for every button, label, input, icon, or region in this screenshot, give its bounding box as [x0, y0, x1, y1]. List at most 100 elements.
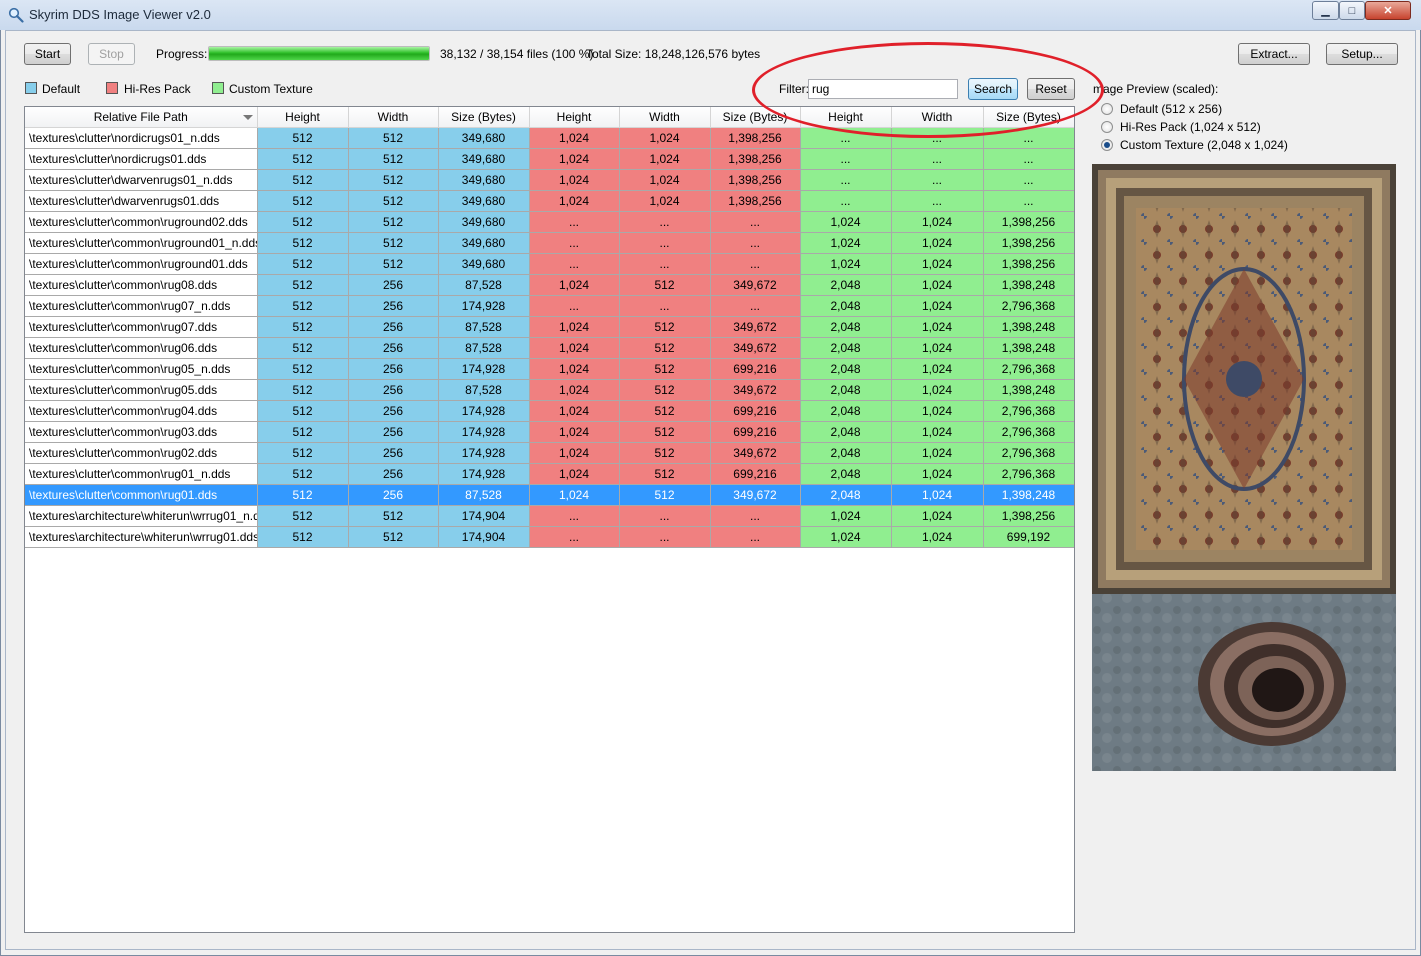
table-cell[interactable]: 1,024 — [891, 379, 984, 401]
table-cell[interactable]: 512 — [257, 505, 349, 527]
column-header[interactable]: Size (Bytes) — [438, 107, 530, 128]
table-cell[interactable]: 699,216 — [710, 463, 801, 485]
table-cell[interactable]: 174,928 — [438, 358, 530, 380]
column-header[interactable]: Height — [529, 107, 620, 128]
table-cell[interactable]: 1,398,248 — [983, 274, 1074, 296]
table-cell[interactable]: ... — [710, 232, 801, 254]
table-cell[interactable]: 349,672 — [710, 484, 801, 506]
table-cell[interactable]: 512 — [348, 211, 439, 233]
table-cell[interactable]: 512 — [619, 379, 711, 401]
table-cell[interactable]: 2,796,368 — [983, 295, 1074, 317]
file-path-cell[interactable]: \textures\clutter\common\ruground01.dds — [25, 253, 258, 275]
radio-label-default[interactable]: Default (512 x 256) — [1120, 102, 1222, 116]
table-cell[interactable]: 699,216 — [710, 400, 801, 422]
table-cell[interactable]: 256 — [348, 295, 439, 317]
stop-button[interactable]: Stop — [88, 43, 135, 65]
file-path-cell[interactable]: \textures\clutter\nordicrugs01.dds — [25, 148, 258, 170]
table-row[interactable]: \textures\clutter\common\rug03.dds 512 256… — [25, 421, 1074, 443]
table-cell[interactable]: 1,024 — [891, 421, 984, 443]
table-cell[interactable]: 87,528 — [438, 274, 530, 296]
table-row[interactable]: \textures\clutter\dwarvenrugs01_n.dds 512… — [25, 169, 1074, 191]
table-cell[interactable]: 1,024 — [619, 127, 711, 149]
table-cell[interactable]: 1,024 — [529, 421, 620, 443]
table-cell[interactable]: 256 — [348, 484, 439, 506]
maximize-button[interactable]: □ — [1339, 1, 1365, 20]
table-cell[interactable]: 512 — [257, 148, 349, 170]
table-cell[interactable]: 2,796,368 — [983, 400, 1074, 422]
table-cell[interactable]: 256 — [348, 379, 439, 401]
table-cell[interactable]: ... — [891, 169, 984, 191]
table-cell[interactable]: ... — [710, 253, 801, 275]
table-cell[interactable]: 512 — [619, 484, 711, 506]
table-cell[interactable]: ... — [891, 127, 984, 149]
table-cell[interactable]: 1,398,256 — [983, 253, 1074, 275]
radio-hires[interactable] — [1101, 121, 1113, 133]
file-path-cell[interactable]: \textures\clutter\dwarvenrugs01_n.dds — [25, 169, 258, 191]
table-cell[interactable]: 256 — [348, 358, 439, 380]
file-path-cell[interactable]: \textures\clutter\common\rug02.dds — [25, 442, 258, 464]
table-cell[interactable]: 512 — [257, 274, 349, 296]
file-path-cell[interactable]: \textures\clutter\common\rug07.dds — [25, 316, 258, 338]
table-cell[interactable]: 1,024 — [529, 316, 620, 338]
file-path-cell[interactable]: \textures\clutter\common\rug04.dds — [25, 400, 258, 422]
table-cell[interactable]: 349,680 — [438, 232, 530, 254]
table-cell[interactable]: 1,024 — [529, 169, 620, 191]
table-cell[interactable]: 512 — [257, 463, 349, 485]
table-cell[interactable]: 349,680 — [438, 253, 530, 275]
table-cell[interactable]: 174,928 — [438, 463, 530, 485]
file-path-cell[interactable]: \textures\clutter\common\ruground02.dds — [25, 211, 258, 233]
table-cell[interactable]: 512 — [257, 232, 349, 254]
file-path-cell[interactable]: \textures\clutter\common\rug06.dds — [25, 337, 258, 359]
radio-label-custom[interactable]: Custom Texture (2,048 x 1,024) — [1120, 138, 1288, 152]
table-cell[interactable]: 1,024 — [619, 148, 711, 170]
table-cell[interactable]: 512 — [348, 505, 439, 527]
table-cell[interactable]: 174,928 — [438, 400, 530, 422]
table-cell[interactable]: 1,398,248 — [983, 379, 1074, 401]
table-cell[interactable]: 174,928 — [438, 295, 530, 317]
table-cell[interactable]: 349,672 — [710, 379, 801, 401]
table-row[interactable]: \textures\clutter\common\ruground02.dds 5… — [25, 211, 1074, 233]
table-cell[interactable]: 1,024 — [891, 337, 984, 359]
table-cell[interactable]: 349,672 — [710, 274, 801, 296]
table-row[interactable]: \textures\architecture\whiterun\wrrug01_… — [25, 505, 1074, 527]
title-bar[interactable]: Skyrim DDS Image Viewer v2.0 ▁ □ ✕ — [0, 0, 1421, 30]
table-cell[interactable]: 1,024 — [891, 526, 984, 548]
table-cell[interactable]: ... — [891, 148, 984, 170]
file-path-cell[interactable]: \textures\clutter\common\rug03.dds — [25, 421, 258, 443]
table-cell[interactable]: 256 — [348, 274, 439, 296]
table-cell[interactable]: 1,024 — [800, 211, 892, 233]
table-cell[interactable]: 1,024 — [529, 358, 620, 380]
table-cell[interactable]: 1,398,256 — [983, 505, 1074, 527]
table-cell[interactable]: 1,024 — [529, 379, 620, 401]
table-cell[interactable]: 256 — [348, 463, 439, 485]
table-cell[interactable]: 1,024 — [891, 358, 984, 380]
radio-custom[interactable] — [1101, 139, 1113, 151]
start-button[interactable]: Start — [24, 43, 71, 65]
table-cell[interactable]: 349,680 — [438, 148, 530, 170]
radio-label-hires[interactable]: Hi-Res Pack (1,024 x 512) — [1120, 120, 1261, 134]
table-cell[interactable]: 256 — [348, 400, 439, 422]
table-cell[interactable]: 1,398,256 — [983, 211, 1074, 233]
table-cell[interactable]: 1,024 — [891, 295, 984, 317]
table-cell[interactable]: ... — [800, 148, 892, 170]
table-cell[interactable]: 512 — [257, 190, 349, 212]
table-cell[interactable]: 1,024 — [619, 169, 711, 191]
file-path-cell[interactable]: \textures\clutter\common\rug05.dds — [25, 379, 258, 401]
table-cell[interactable]: 1,024 — [891, 316, 984, 338]
table-cell[interactable]: 512 — [619, 316, 711, 338]
file-path-cell[interactable]: \textures\clutter\common\rug08.dds — [25, 274, 258, 296]
table-row[interactable]: \textures\clutter\common\rug08.dds 512 256… — [25, 274, 1074, 296]
table-cell[interactable]: 2,048 — [800, 358, 892, 380]
table-cell[interactable]: ... — [710, 211, 801, 233]
table-cell[interactable]: ... — [529, 526, 620, 548]
table-cell[interactable]: ... — [619, 232, 711, 254]
table-cell[interactable]: ... — [710, 505, 801, 527]
table-cell[interactable]: 87,528 — [438, 337, 530, 359]
file-path-cell[interactable]: \textures\clutter\nordicrugs01_n.dds — [25, 127, 258, 149]
reset-button[interactable]: Reset — [1027, 78, 1075, 100]
radio-default[interactable] — [1101, 103, 1113, 115]
table-cell[interactable]: 349,672 — [710, 442, 801, 464]
column-header[interactable]: Width — [619, 107, 711, 128]
table-cell[interactable]: 1,024 — [529, 463, 620, 485]
table-cell[interactable]: 1,024 — [529, 274, 620, 296]
